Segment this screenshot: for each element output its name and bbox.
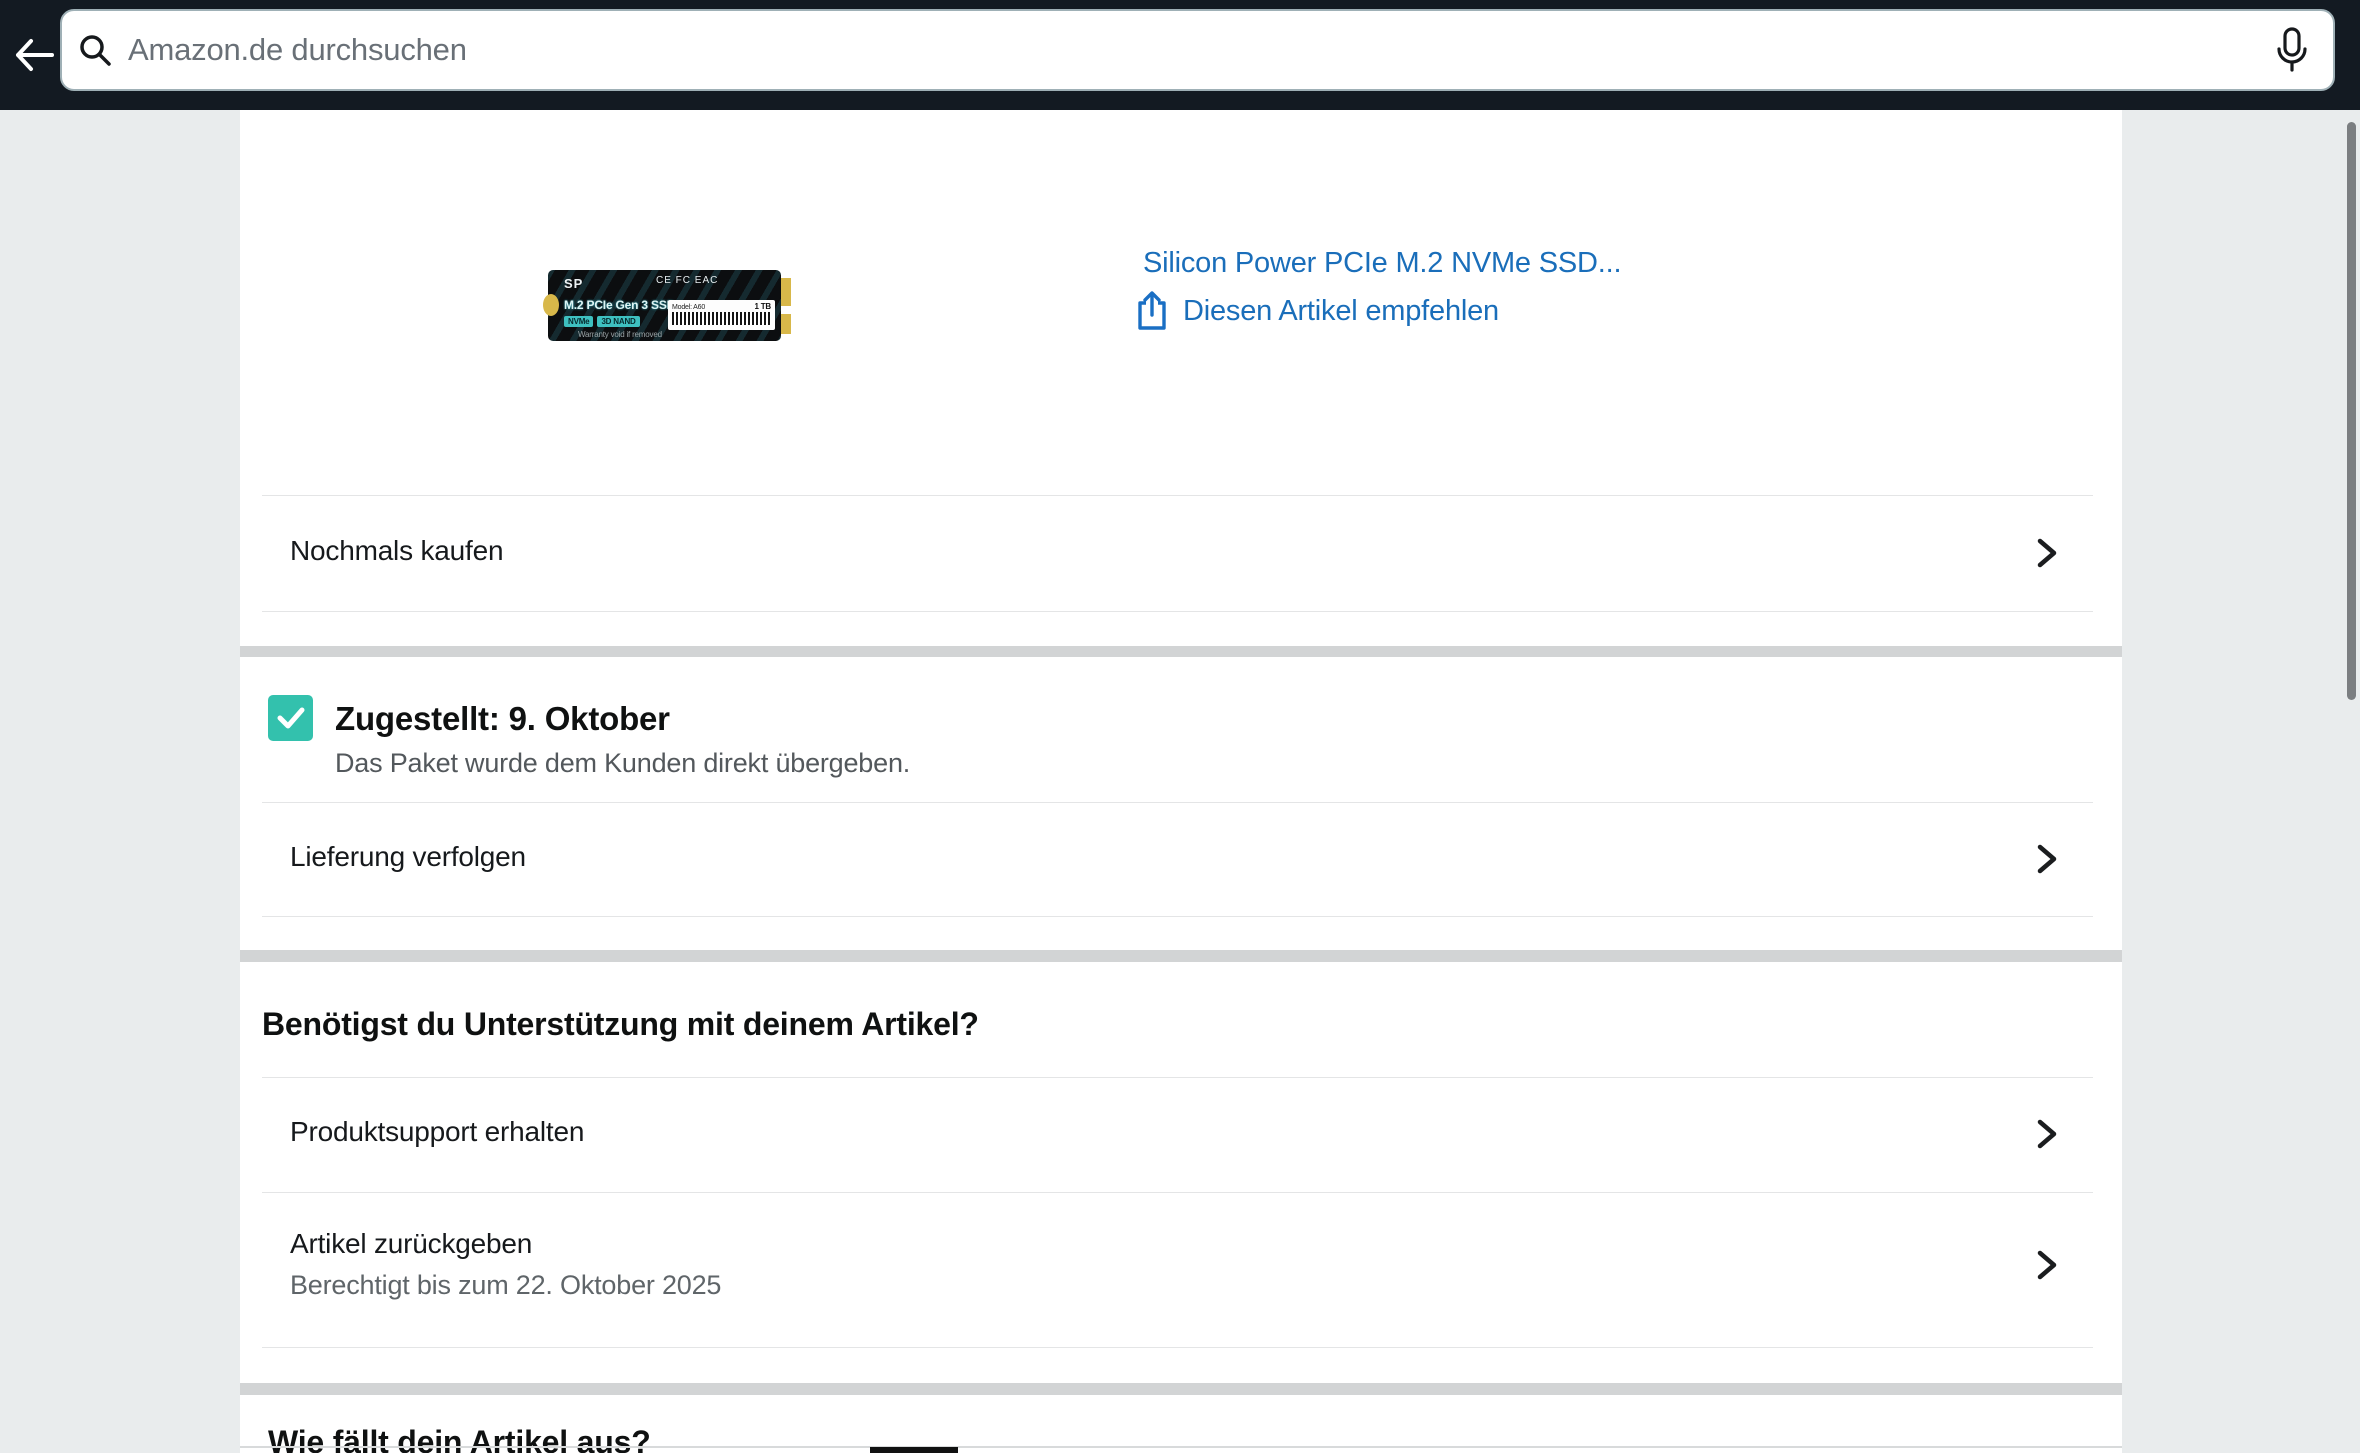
back-button[interactable] [8,25,60,85]
ssd-badge-nvme: NVMe [564,316,593,327]
section-divider-band [240,950,2122,962]
scrollbar-thumb[interactable] [2347,122,2356,700]
ssd-barcode [672,312,771,325]
track-package-row[interactable]: Lieferung verfolgen [290,841,526,873]
section-divider-band [240,646,2122,657]
ssd-brand-logo: SP [564,276,583,291]
ssd-warranty-text: Warranty void if removed [578,330,662,339]
ssd-label-model: Model: A60 [672,304,705,311]
chevron-right-icon[interactable] [2030,1118,2062,1150]
product-support-row[interactable]: Produktsupport erhalten [290,1116,584,1148]
search-bar [60,9,2335,91]
divider [262,611,2093,612]
top-navigation-bar [0,0,2360,110]
buy-again-row[interactable]: Nochmals kaufen [290,535,503,567]
chevron-right-icon[interactable] [2030,843,2062,875]
share-item-button[interactable]: Diesen Artikel empfehlen [1135,291,1499,331]
bottom-edge-line [240,1446,2122,1448]
search-icon [78,33,112,67]
product-title-link[interactable]: Silicon Power PCIe M.2 NVMe SSD... [1143,247,1621,280]
divider [262,1192,2093,1193]
delivered-check-badge [268,695,313,741]
ssd-badge-nand: 3D NAND [597,316,639,327]
delivery-status-detail: Das Paket wurde dem Kunden direkt überge… [335,748,910,779]
divider [262,916,2093,917]
review-section-heading: Wie fällt dein Artikel aus? [268,1424,651,1453]
right-gutter [2122,110,2360,1453]
chevron-right-icon[interactable] [2030,1249,2062,1281]
ssd-connector-pins [781,278,791,306]
return-item-row[interactable]: Artikel zurückgeben [290,1228,532,1260]
divider [262,495,2093,496]
ssd-label-capacity: 1 TB [754,302,771,311]
share-item-label: Diesen Artikel empfehlen [1183,295,1499,328]
search-input[interactable] [126,19,2275,81]
left-gutter [0,110,240,1453]
order-details-page: SP CE FC EAC M.2 PCIe Gen 3 SSD NVMe 3D … [0,0,2360,1453]
section-divider-band [240,1383,2122,1395]
ssd-model-line: M.2 PCIe Gen 3 SSD [564,298,675,312]
return-eligibility-text: Berechtigt bis zum 22. Oktober 2025 [290,1270,721,1301]
ssd-cert-marks: CE FC EAC [656,275,718,286]
support-section-heading: Benötigst du Unterstützung mit deinem Ar… [262,1006,979,1043]
ssd-badges: NVMe 3D NAND [564,316,640,327]
back-arrow-icon [14,38,54,72]
checkmark-icon [276,705,306,731]
divider [262,1077,2093,1078]
ssd-label: Model: A60 1 TB [668,300,775,330]
delivery-status-title: Zugestellt: 9. Oktober [335,700,670,738]
microphone-icon [2275,27,2309,73]
chevron-right-icon[interactable] [2030,537,2062,569]
cutoff-black-bar [870,1447,958,1453]
divider [262,802,2093,803]
ssd-mount-hole [543,294,559,316]
share-icon [1135,291,1169,331]
divider [262,1347,2093,1348]
ssd-connector-pins [781,314,791,334]
product-image[interactable]: SP CE FC EAC M.2 PCIe Gen 3 SSD NVMe 3D … [548,268,793,343]
microphone-button[interactable] [2275,27,2309,73]
